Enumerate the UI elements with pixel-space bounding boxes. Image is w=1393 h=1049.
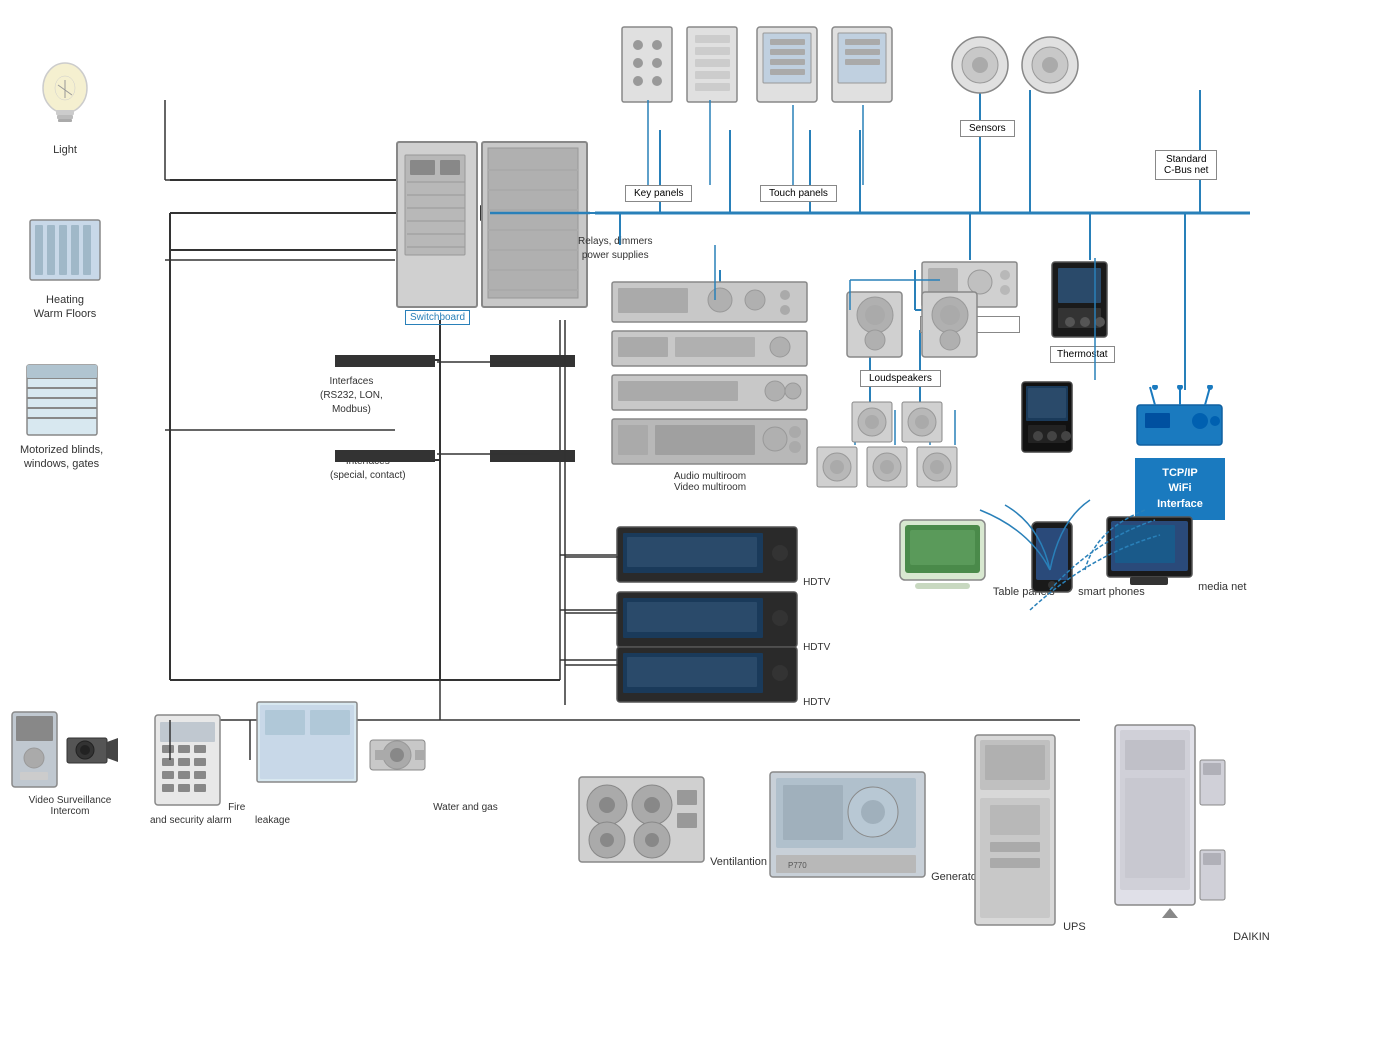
ups-item: UPS (970, 730, 1086, 934)
thermostat-label: Thermostat (1050, 346, 1115, 363)
ventilation-label: Ventilantion (710, 856, 767, 868)
small-speaker-4-icon (865, 445, 910, 490)
generator-item: P770 Generator (768, 770, 981, 884)
wifi-waves-icon (950, 470, 1150, 590)
small-speaker-2-icon (900, 400, 945, 445)
speaker-large-right-icon (920, 290, 980, 360)
blinds-icon (22, 360, 102, 440)
svg-text:P770: P770 (788, 861, 807, 870)
thermostat-device-icon (1020, 380, 1075, 455)
interface-block-1 (335, 355, 435, 367)
hdtv-3-label: HDTV (803, 697, 830, 708)
generator-icon: P770 (768, 770, 928, 880)
key-panels-label: Key panels (625, 185, 692, 202)
small-speaker-1-icon (850, 400, 895, 445)
audio-video-area: Audio multiroomVideo multiroom (610, 280, 810, 493)
switchboard-label: Switchboard (405, 310, 470, 325)
water-gas-item: Water and gasleakage (255, 700, 498, 827)
thermostat-icon (1050, 260, 1110, 340)
sensors-label: Sensors (960, 120, 1015, 137)
interfaces-rs-label: Interfaces(RS232, LON,Modbus) (320, 375, 383, 417)
router-icon (1135, 385, 1225, 455)
ups-label: UPS (1063, 921, 1086, 933)
light-label: Light (53, 143, 77, 157)
audio-receiver-icon (610, 280, 810, 325)
water-gas-icon (255, 700, 430, 810)
sensor-2-icon (1020, 35, 1080, 95)
small-speaker-3-icon (815, 445, 860, 490)
interface-block-2 (490, 355, 575, 367)
daikin-label: DAIKIN (1233, 931, 1270, 943)
radiator-icon (25, 210, 105, 290)
loudspeakers-label: Loudspeakers (860, 370, 941, 387)
heating-item: HeatingWarm Floors (25, 210, 105, 322)
distribution-box (480, 140, 590, 313)
hdtv-1-icon (615, 525, 800, 585)
light-bulb-icon (30, 60, 100, 140)
intercom-icon (10, 710, 60, 790)
dist-box-icon (480, 140, 590, 310)
daikin-item: DAIKIN (1110, 720, 1270, 944)
ventilation-icon (577, 775, 707, 865)
thermostat-item: Thermostat (1050, 260, 1115, 363)
hdtv-1-item: HDTV (615, 525, 830, 589)
key-panel-2-icon (685, 25, 740, 105)
switchboard-item: Switchboard (395, 140, 480, 325)
ventilation-item: Ventilantion (577, 775, 767, 869)
touch-panels-label: Touch panels (760, 185, 837, 202)
sensor-1-icon (950, 35, 1010, 95)
video-surveillance-label: Video SurveillanceIntercom (10, 795, 130, 817)
switchboard-icon (395, 140, 480, 310)
audio-video-label: Audio multiroomVideo multiroom (610, 471, 810, 493)
key-panel-1-icon (620, 25, 675, 105)
cd-player-icon (610, 329, 810, 369)
media-net-label: media net (1198, 581, 1246, 593)
ups-icon (970, 730, 1060, 930)
daikin-icon (1110, 720, 1230, 940)
camera-icon (65, 730, 120, 770)
blinds-item: Motorized blinds,windows, gates (20, 360, 103, 472)
hdtv-3-icon (615, 645, 800, 705)
interface-block-4 (490, 450, 575, 462)
thermostat-device-item (1020, 380, 1075, 458)
amp-rack-icon (610, 417, 810, 467)
interface-block-3 (335, 450, 435, 462)
fire-alarm-item: Fireand security alarm (150, 710, 245, 827)
fire-alarm-icon (150, 710, 225, 810)
hdtv-3-item: HDTV (615, 645, 830, 709)
touch-panel-1-icon (755, 25, 820, 105)
relays-label: Relays, dimmerspower supplies (578, 235, 652, 263)
blinds-label: Motorized blinds,windows, gates (20, 443, 103, 472)
hdtv-2-icon (615, 590, 800, 650)
standard-cbus-label: StandardC-Bus net (1155, 150, 1217, 180)
light-item: Light (30, 60, 100, 157)
tuner-icon (610, 373, 810, 413)
speaker-large-left-icon (845, 290, 905, 360)
heating-label: HeatingWarm Floors (34, 293, 97, 322)
hdtv-1-label: HDTV (803, 577, 830, 588)
touch-panel-2-icon (830, 25, 895, 105)
